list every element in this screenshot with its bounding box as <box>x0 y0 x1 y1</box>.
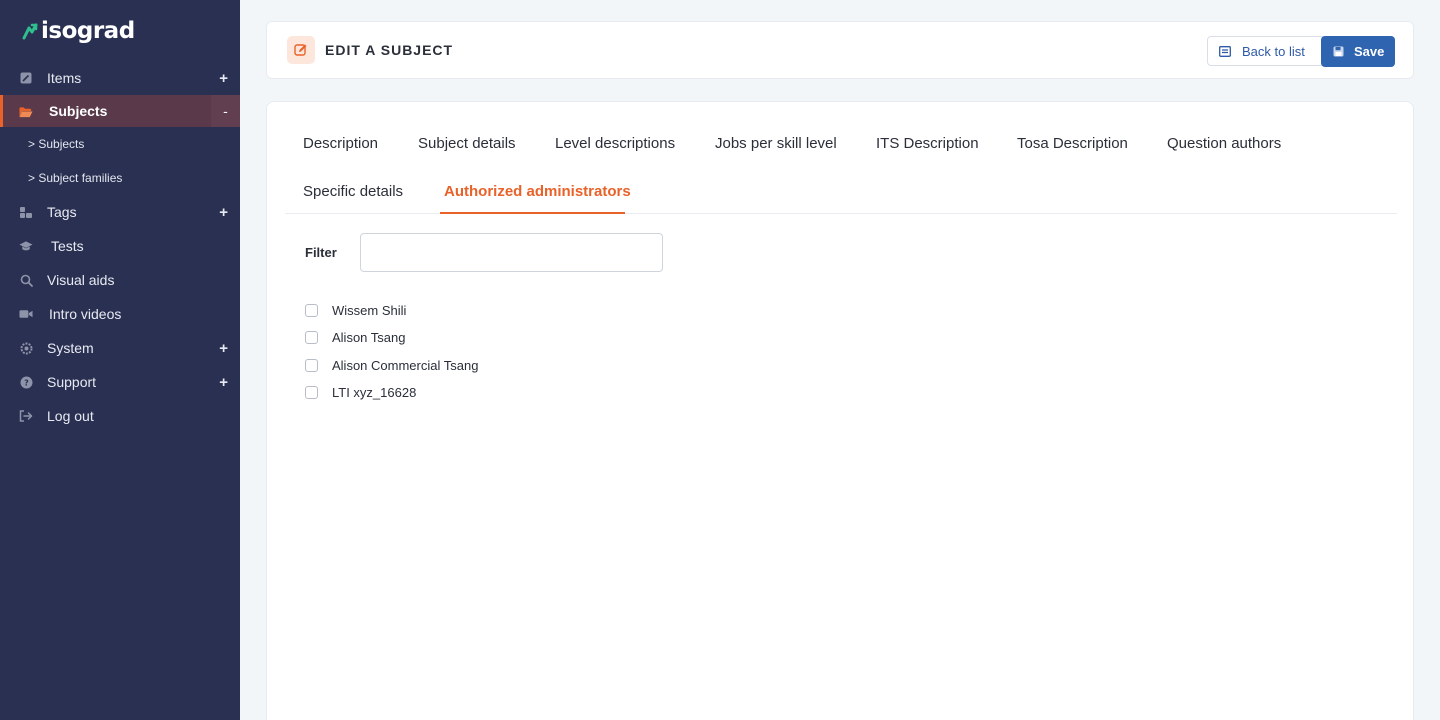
isograd-logo[interactable]: isograd <box>22 16 135 46</box>
filter-input[interactable] <box>360 233 663 272</box>
tab-its-description[interactable]: ITS Description <box>876 135 979 152</box>
tab-jobs-per-skill-level[interactable]: Jobs per skill level <box>715 135 837 152</box>
sidebar-item-label: Subjects <box>49 103 108 119</box>
expand-icon[interactable]: + <box>219 70 228 87</box>
folder-open-icon <box>19 105 33 119</box>
sidebar-item-tests[interactable]: Tests <box>0 229 240 263</box>
sidebar-item-items[interactable]: Items + <box>0 61 240 95</box>
collapse-icon[interactable]: - <box>211 95 240 127</box>
edit-icon <box>287 36 315 64</box>
sidebar-item-label: Tags <box>47 204 77 220</box>
sidebar-subitem-subject-families[interactable]: > Subject families <box>0 161 240 195</box>
graduation-cap-icon <box>19 239 33 253</box>
video-camera-icon <box>19 307 33 321</box>
admin-name: Alison Commercial Tsang <box>332 357 479 373</box>
expand-icon[interactable]: + <box>219 340 228 357</box>
admin-name: Wissem Shili <box>332 302 407 318</box>
tags-icon <box>19 205 33 219</box>
sidebar-item-label: Log out <box>47 408 94 424</box>
page-title: EDIT A SUBJECT <box>325 42 454 58</box>
tab-subject-details[interactable]: Subject details <box>418 135 516 152</box>
sidebar-item-logout[interactable]: Log out <box>0 399 240 433</box>
tab-description[interactable]: Description <box>303 135 378 152</box>
search-icon <box>19 273 33 287</box>
edit-subject-panel: Description Subject details Level descri… <box>266 101 1414 720</box>
tab-level-descriptions[interactable]: Level descriptions <box>555 135 675 152</box>
list-icon <box>1219 45 1231 57</box>
gear-icon <box>19 341 33 355</box>
expand-icon[interactable]: + <box>219 374 228 391</box>
admin-row: Alison Commercial Tsang <box>305 355 478 375</box>
sidebar-item-subjects[interactable]: Subjects - <box>0 95 240 127</box>
admin-row: LTI xyz_16628 <box>305 382 416 402</box>
sidebar-item-intro-videos[interactable]: Intro videos <box>0 297 240 331</box>
tab-authorized-administrators[interactable]: Authorized administrators <box>444 183 631 200</box>
sidebar-item-system[interactable]: System + <box>0 331 240 365</box>
expand-icon[interactable]: + <box>219 204 228 221</box>
admin-checkbox[interactable] <box>305 385 318 399</box>
edit-icon <box>19 71 33 85</box>
tab-question-authors[interactable]: Question authors <box>1167 135 1281 152</box>
active-tab-indicator <box>440 212 625 214</box>
sidebar-item-visual-aids[interactable]: Visual aids <box>0 263 240 297</box>
question-circle-icon: ? <box>19 375 33 389</box>
sidebar-item-label: Tests <box>51 238 84 254</box>
admin-checkbox[interactable] <box>305 330 318 344</box>
back-to-list-button[interactable]: Back to list <box>1207 36 1323 66</box>
sidebar-item-label: Support <box>47 374 97 390</box>
save-button[interactable]: Save <box>1321 36 1395 67</box>
logout-icon <box>19 409 33 423</box>
admin-checkbox[interactable] <box>305 303 318 317</box>
admin-row: Alison Tsang <box>305 327 405 347</box>
sidebar-item-label: Visual aids <box>47 272 115 288</box>
sidebar-item-support[interactable]: ? Support + <box>0 365 240 399</box>
back-to-list-label: Back to list <box>1242 43 1305 59</box>
sidebar: isograd Items + Subjects - > Subjects > … <box>0 0 240 720</box>
tab-tosa-description[interactable]: Tosa Description <box>1017 135 1128 152</box>
sidebar-item-label: Items <box>47 70 82 86</box>
sidebar-item-label: Intro videos <box>49 306 122 322</box>
admin-name: Alison Tsang <box>332 329 406 345</box>
sidebar-subitem-subjects[interactable]: > Subjects <box>0 127 240 161</box>
admin-checkbox[interactable] <box>305 358 318 372</box>
sidebar-nav: Items + Subjects - > Subjects > Subject … <box>0 61 240 433</box>
logo-mark-icon <box>22 22 38 40</box>
floppy-disk-icon <box>1333 46 1344 57</box>
svg-text:?: ? <box>24 378 29 387</box>
sidebar-item-label: System <box>47 340 94 356</box>
admin-name: LTI xyz_16628 <box>332 384 417 400</box>
logo-text: isograd <box>41 18 135 44</box>
sidebar-item-tags[interactable]: Tags + <box>0 195 240 229</box>
filter-label: Filter <box>305 245 337 260</box>
save-label: Save <box>1354 44 1385 59</box>
page-header: EDIT A SUBJECT Back to list Save <box>266 21 1414 79</box>
tab-specific-details[interactable]: Specific details <box>303 183 403 200</box>
admin-row: Wissem Shili <box>305 300 406 320</box>
